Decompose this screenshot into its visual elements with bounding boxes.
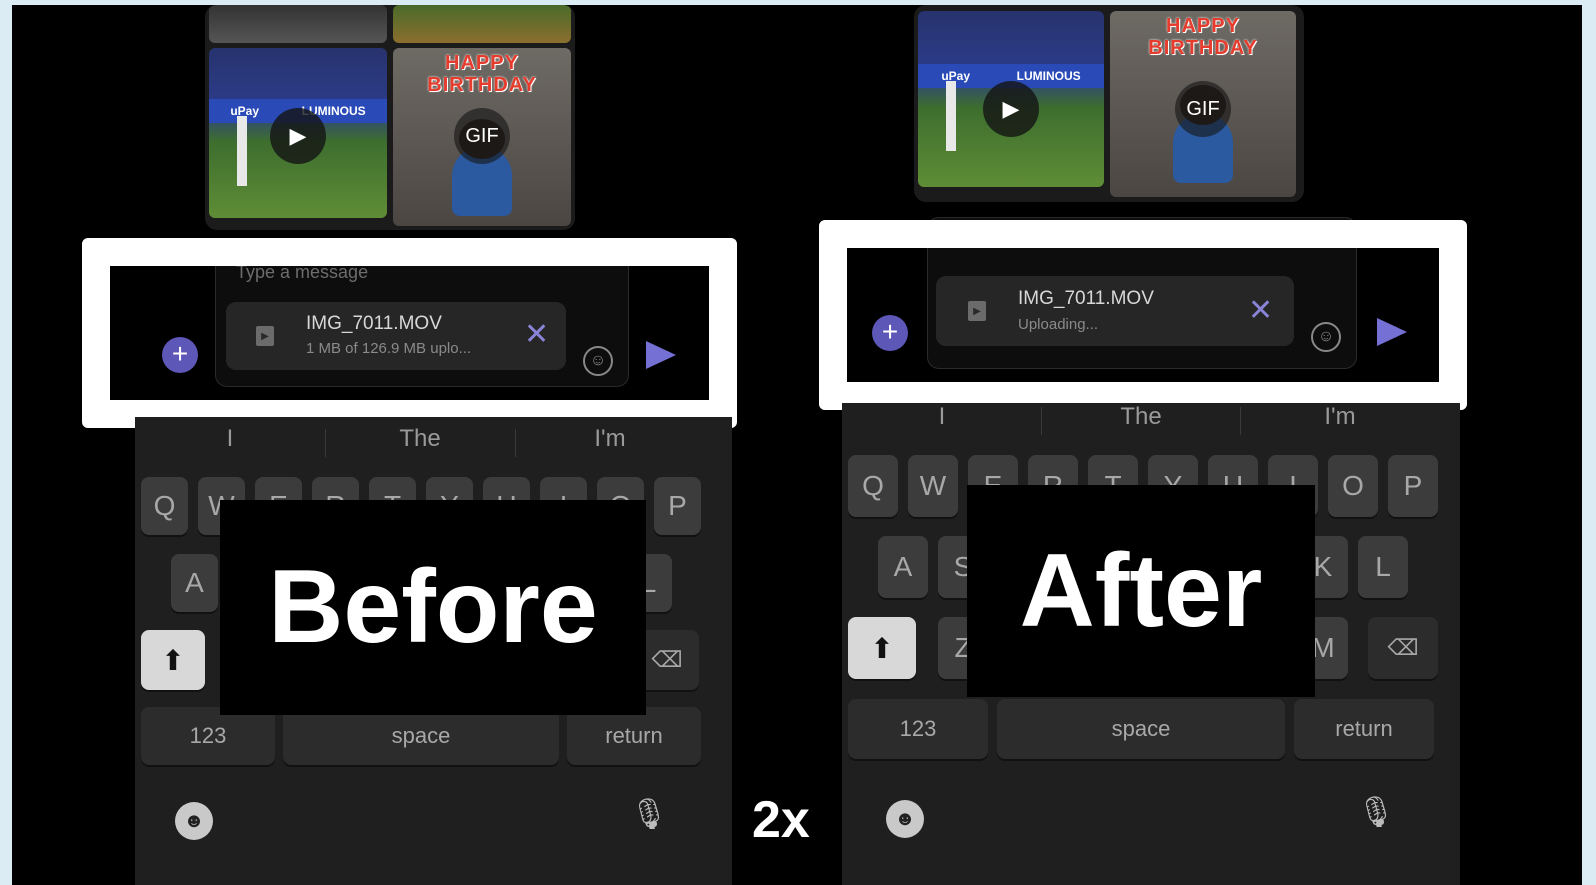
- suggestion-1[interactable]: I: [175, 425, 285, 453]
- shift-icon[interactable]: ⬆: [141, 630, 205, 690]
- media-grid: uPay LUMINOUS ▶ HAPPY BIRTHDAY GIF: [205, 5, 575, 230]
- media-thumb-laptop[interactable]: [209, 5, 387, 43]
- media-grid: uPay LUMINOUS ▶ HAPPY BIRTHDAY GIF: [914, 5, 1304, 202]
- media-thumb-birthday-gif[interactable]: HAPPY BIRTHDAY GIF: [1110, 11, 1296, 197]
- key-o[interactable]: O: [1328, 455, 1378, 517]
- key-return[interactable]: return: [567, 707, 701, 765]
- comparison-canvas: uPay LUMINOUS ▶ HAPPY BIRTHDAY GIF Type a…: [12, 5, 1582, 885]
- after-panel: uPay LUMINOUS ▶ HAPPY BIRTHDAY GIF ▶ IMG_…: [819, 5, 1467, 885]
- suggestion-2[interactable]: The: [1086, 403, 1196, 431]
- media-thumb-birthday-gif[interactable]: HAPPY BIRTHDAY GIF: [393, 48, 571, 226]
- highlight-rectangle: [819, 220, 1467, 410]
- key-123[interactable]: 123: [848, 699, 988, 759]
- emoji-keyboard-icon[interactable]: ☻: [175, 802, 213, 840]
- key-space[interactable]: space: [997, 699, 1285, 759]
- shift-icon[interactable]: ⬆: [848, 617, 916, 679]
- media-thumb-cricket-video[interactable]: uPay LUMINOUS ▶: [209, 48, 387, 218]
- emoji-keyboard-icon[interactable]: ☻: [886, 800, 924, 838]
- cricket-wicket: [237, 116, 247, 186]
- media-thumb-cricket-video[interactable]: uPay LUMINOUS ▶: [918, 11, 1104, 187]
- key-q[interactable]: Q: [141, 477, 188, 535]
- highlight-rectangle: [82, 238, 737, 428]
- key-p[interactable]: P: [654, 477, 701, 535]
- suggestion-1[interactable]: I: [887, 403, 997, 431]
- key-123[interactable]: 123: [141, 707, 275, 765]
- key-w[interactable]: W: [908, 455, 958, 517]
- media-thumb-flowers[interactable]: [393, 5, 571, 43]
- suggestion-2[interactable]: The: [365, 425, 475, 453]
- birthday-text: HAPPY BIRTHDAY: [427, 52, 537, 96]
- suggestion-separator: [1041, 407, 1042, 435]
- play-icon[interactable]: ▶: [270, 108, 326, 164]
- suggestion-separator: [1240, 407, 1241, 435]
- gif-badge[interactable]: GIF: [454, 108, 510, 164]
- before-label: Before: [220, 500, 646, 715]
- play-icon[interactable]: ▶: [983, 81, 1039, 137]
- key-a[interactable]: A: [878, 536, 928, 598]
- suggestion-separator: [515, 429, 516, 457]
- key-l[interactable]: L: [1358, 536, 1408, 598]
- key-p[interactable]: P: [1388, 455, 1438, 517]
- suggestion-3[interactable]: I'm: [1285, 403, 1395, 431]
- microphone-icon[interactable]: 🎙: [1357, 795, 1395, 830]
- key-q[interactable]: Q: [848, 455, 898, 517]
- after-label: After: [967, 485, 1315, 697]
- suggestion-separator: [325, 429, 326, 457]
- cricket-wicket: [946, 81, 956, 152]
- gif-badge[interactable]: GIF: [1175, 81, 1231, 137]
- key-space[interactable]: space: [283, 707, 559, 765]
- before-panel: uPay LUMINOUS ▶ HAPPY BIRTHDAY GIF Type a…: [82, 5, 737, 885]
- backspace-icon[interactable]: ⌫: [1368, 617, 1438, 679]
- suggestion-3[interactable]: I'm: [555, 425, 665, 453]
- speed-label: 2x: [752, 791, 810, 849]
- microphone-icon[interactable]: 🎙: [630, 797, 668, 832]
- key-a[interactable]: A: [171, 554, 218, 612]
- birthday-text: HAPPY BIRTHDAY: [1148, 15, 1258, 59]
- key-return[interactable]: return: [1294, 699, 1434, 759]
